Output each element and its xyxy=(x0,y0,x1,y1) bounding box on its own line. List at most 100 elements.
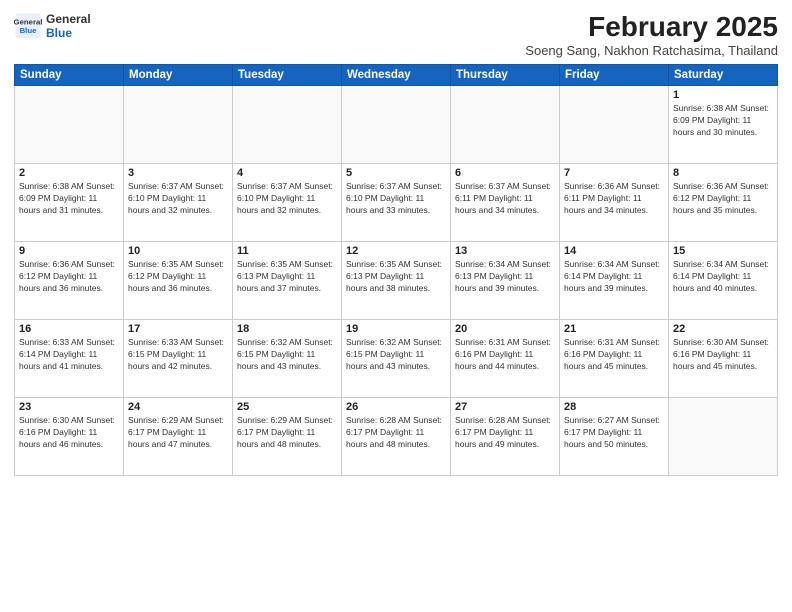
day-number: 8 xyxy=(673,167,773,179)
calendar-cell xyxy=(342,85,451,163)
calendar-cell: 15Sunrise: 6:34 AM Sunset: 6:14 PM Dayli… xyxy=(669,241,778,319)
title-block: February 2025 Soeng Sang, Nakhon Ratchas… xyxy=(525,12,778,58)
day-info: Sunrise: 6:32 AM Sunset: 6:15 PM Dayligh… xyxy=(346,336,446,373)
calendar-cell: 26Sunrise: 6:28 AM Sunset: 6:17 PM Dayli… xyxy=(342,397,451,475)
weekday-header-wednesday: Wednesday xyxy=(342,64,451,85)
calendar-cell: 7Sunrise: 6:36 AM Sunset: 6:11 PM Daylig… xyxy=(560,163,669,241)
day-info: Sunrise: 6:35 AM Sunset: 6:13 PM Dayligh… xyxy=(237,258,337,295)
weekday-header-sunday: Sunday xyxy=(15,64,124,85)
day-number: 10 xyxy=(128,245,228,257)
weekday-header-monday: Monday xyxy=(124,64,233,85)
day-info: Sunrise: 6:28 AM Sunset: 6:17 PM Dayligh… xyxy=(455,414,555,451)
day-info: Sunrise: 6:28 AM Sunset: 6:17 PM Dayligh… xyxy=(346,414,446,451)
day-number: 3 xyxy=(128,167,228,179)
calendar-cell: 13Sunrise: 6:34 AM Sunset: 6:13 PM Dayli… xyxy=(451,241,560,319)
header: General Blue General Blue February 2025 … xyxy=(14,12,778,58)
day-number: 22 xyxy=(673,323,773,335)
day-number: 19 xyxy=(346,323,446,335)
day-number: 6 xyxy=(455,167,555,179)
calendar-table: SundayMondayTuesdayWednesdayThursdayFrid… xyxy=(14,64,778,476)
calendar-cell: 11Sunrise: 6:35 AM Sunset: 6:13 PM Dayli… xyxy=(233,241,342,319)
day-number: 13 xyxy=(455,245,555,257)
week-row-2: 2Sunrise: 6:38 AM Sunset: 6:09 PM Daylig… xyxy=(15,163,778,241)
calendar-cell: 24Sunrise: 6:29 AM Sunset: 6:17 PM Dayli… xyxy=(124,397,233,475)
calendar-cell: 25Sunrise: 6:29 AM Sunset: 6:17 PM Dayli… xyxy=(233,397,342,475)
calendar-cell: 21Sunrise: 6:31 AM Sunset: 6:16 PM Dayli… xyxy=(560,319,669,397)
calendar-body: 1 Sunrise: 6:38 AM Sunset: 6:09 PM Daylig… xyxy=(15,85,778,475)
calendar-cell xyxy=(124,85,233,163)
day-info: Sunrise: 6:34 AM Sunset: 6:13 PM Dayligh… xyxy=(455,258,555,295)
calendar-cell: 4Sunrise: 6:37 AM Sunset: 6:10 PM Daylig… xyxy=(233,163,342,241)
day-info: Sunrise: 6:36 AM Sunset: 6:12 PM Dayligh… xyxy=(673,180,773,217)
week-row-4: 16Sunrise: 6:33 AM Sunset: 6:14 PM Dayli… xyxy=(15,319,778,397)
calendar-cell: 20Sunrise: 6:31 AM Sunset: 6:16 PM Dayli… xyxy=(451,319,560,397)
calendar-cell: 12Sunrise: 6:35 AM Sunset: 6:13 PM Dayli… xyxy=(342,241,451,319)
calendar-cell xyxy=(560,85,669,163)
day-info: Sunrise: 6:35 AM Sunset: 6:12 PM Dayligh… xyxy=(128,258,228,295)
day-info: Sunrise: 6:37 AM Sunset: 6:10 PM Dayligh… xyxy=(346,180,446,217)
calendar-cell: 18Sunrise: 6:32 AM Sunset: 6:15 PM Dayli… xyxy=(233,319,342,397)
day-info: Sunrise: 6:32 AM Sunset: 6:15 PM Dayligh… xyxy=(237,336,337,373)
calendar-cell xyxy=(451,85,560,163)
week-row-3: 9Sunrise: 6:36 AM Sunset: 6:12 PM Daylig… xyxy=(15,241,778,319)
day-number: 20 xyxy=(455,323,555,335)
weekday-header-friday: Friday xyxy=(560,64,669,85)
calendar-cell: 2Sunrise: 6:38 AM Sunset: 6:09 PM Daylig… xyxy=(15,163,124,241)
day-info: Sunrise: 6:34 AM Sunset: 6:14 PM Dayligh… xyxy=(673,258,773,295)
day-info: Sunrise: 6:29 AM Sunset: 6:17 PM Dayligh… xyxy=(237,414,337,451)
day-info: Sunrise: 6:30 AM Sunset: 6:16 PM Dayligh… xyxy=(673,336,773,373)
calendar-cell: 22Sunrise: 6:30 AM Sunset: 6:16 PM Dayli… xyxy=(669,319,778,397)
calendar-cell: 19Sunrise: 6:32 AM Sunset: 6:15 PM Dayli… xyxy=(342,319,451,397)
calendar-cell: 9Sunrise: 6:36 AM Sunset: 6:12 PM Daylig… xyxy=(15,241,124,319)
day-info: Sunrise: 6:35 AM Sunset: 6:13 PM Dayligh… xyxy=(346,258,446,295)
day-number: 9 xyxy=(19,245,119,257)
day-info: Sunrise: 6:36 AM Sunset: 6:12 PM Dayligh… xyxy=(19,258,119,295)
logo-icon: General Blue xyxy=(14,12,42,40)
calendar-cell: 6Sunrise: 6:37 AM Sunset: 6:11 PM Daylig… xyxy=(451,163,560,241)
day-number: 25 xyxy=(237,401,337,413)
day-number: 11 xyxy=(237,245,337,257)
day-number: 12 xyxy=(346,245,446,257)
day-info: Sunrise: 6:33 AM Sunset: 6:15 PM Dayligh… xyxy=(128,336,228,373)
week-row-1: 1Sunrise: 6:38 AM Sunset: 6:09 PM Daylig… xyxy=(15,85,778,163)
day-number: 23 xyxy=(19,401,119,413)
day-number: 21 xyxy=(564,323,664,335)
calendar-cell: 14Sunrise: 6:34 AM Sunset: 6:14 PM Dayli… xyxy=(560,241,669,319)
calendar-cell: 17Sunrise: 6:33 AM Sunset: 6:15 PM Dayli… xyxy=(124,319,233,397)
day-number: 28 xyxy=(564,401,664,413)
day-info: Sunrise: 6:34 AM Sunset: 6:14 PM Dayligh… xyxy=(564,258,664,295)
calendar-subtitle: Soeng Sang, Nakhon Ratchasima, Thailand xyxy=(525,43,778,58)
day-number: 2 xyxy=(19,167,119,179)
calendar-cell: 8Sunrise: 6:36 AM Sunset: 6:12 PM Daylig… xyxy=(669,163,778,241)
page: General Blue General Blue February 2025 … xyxy=(0,0,792,612)
calendar-cell xyxy=(15,85,124,163)
day-info: Sunrise: 6:29 AM Sunset: 6:17 PM Dayligh… xyxy=(128,414,228,451)
day-info: Sunrise: 6:37 AM Sunset: 6:11 PM Dayligh… xyxy=(455,180,555,217)
weekday-header-tuesday: Tuesday xyxy=(233,64,342,85)
day-number: 14 xyxy=(564,245,664,257)
calendar-cell xyxy=(669,397,778,475)
day-number: 17 xyxy=(128,323,228,335)
calendar-title: February 2025 xyxy=(525,12,778,43)
weekday-header-row: SundayMondayTuesdayWednesdayThursdayFrid… xyxy=(15,64,778,85)
weekday-header-thursday: Thursday xyxy=(451,64,560,85)
day-info: Sunrise: 6:30 AM Sunset: 6:16 PM Dayligh… xyxy=(19,414,119,451)
logo-blue: Blue xyxy=(46,26,91,40)
calendar-cell: 16Sunrise: 6:33 AM Sunset: 6:14 PM Dayli… xyxy=(15,319,124,397)
day-number: 16 xyxy=(19,323,119,335)
calendar-cell: 10Sunrise: 6:35 AM Sunset: 6:12 PM Dayli… xyxy=(124,241,233,319)
day-info: Sunrise: 6:36 AM Sunset: 6:11 PM Dayligh… xyxy=(564,180,664,217)
calendar-cell: 27Sunrise: 6:28 AM Sunset: 6:17 PM Dayli… xyxy=(451,397,560,475)
day-info: Sunrise: 6:37 AM Sunset: 6:10 PM Dayligh… xyxy=(237,180,337,217)
day-info: Sunrise: 6:37 AM Sunset: 6:10 PM Dayligh… xyxy=(128,180,228,217)
calendar-cell: 5Sunrise: 6:37 AM Sunset: 6:10 PM Daylig… xyxy=(342,163,451,241)
day-number: 27 xyxy=(455,401,555,413)
week-row-5: 23Sunrise: 6:30 AM Sunset: 6:16 PM Dayli… xyxy=(15,397,778,475)
day-number: 26 xyxy=(346,401,446,413)
day-number: 4 xyxy=(237,167,337,179)
day-number: 1 xyxy=(673,89,773,101)
day-number: 15 xyxy=(673,245,773,257)
calendar-cell: 3Sunrise: 6:37 AM Sunset: 6:10 PM Daylig… xyxy=(124,163,233,241)
day-info: Sunrise: 6:31 AM Sunset: 6:16 PM Dayligh… xyxy=(564,336,664,373)
day-info: Sunrise: 6:38 AM Sunset: 6:09 PM Dayligh… xyxy=(19,180,119,217)
